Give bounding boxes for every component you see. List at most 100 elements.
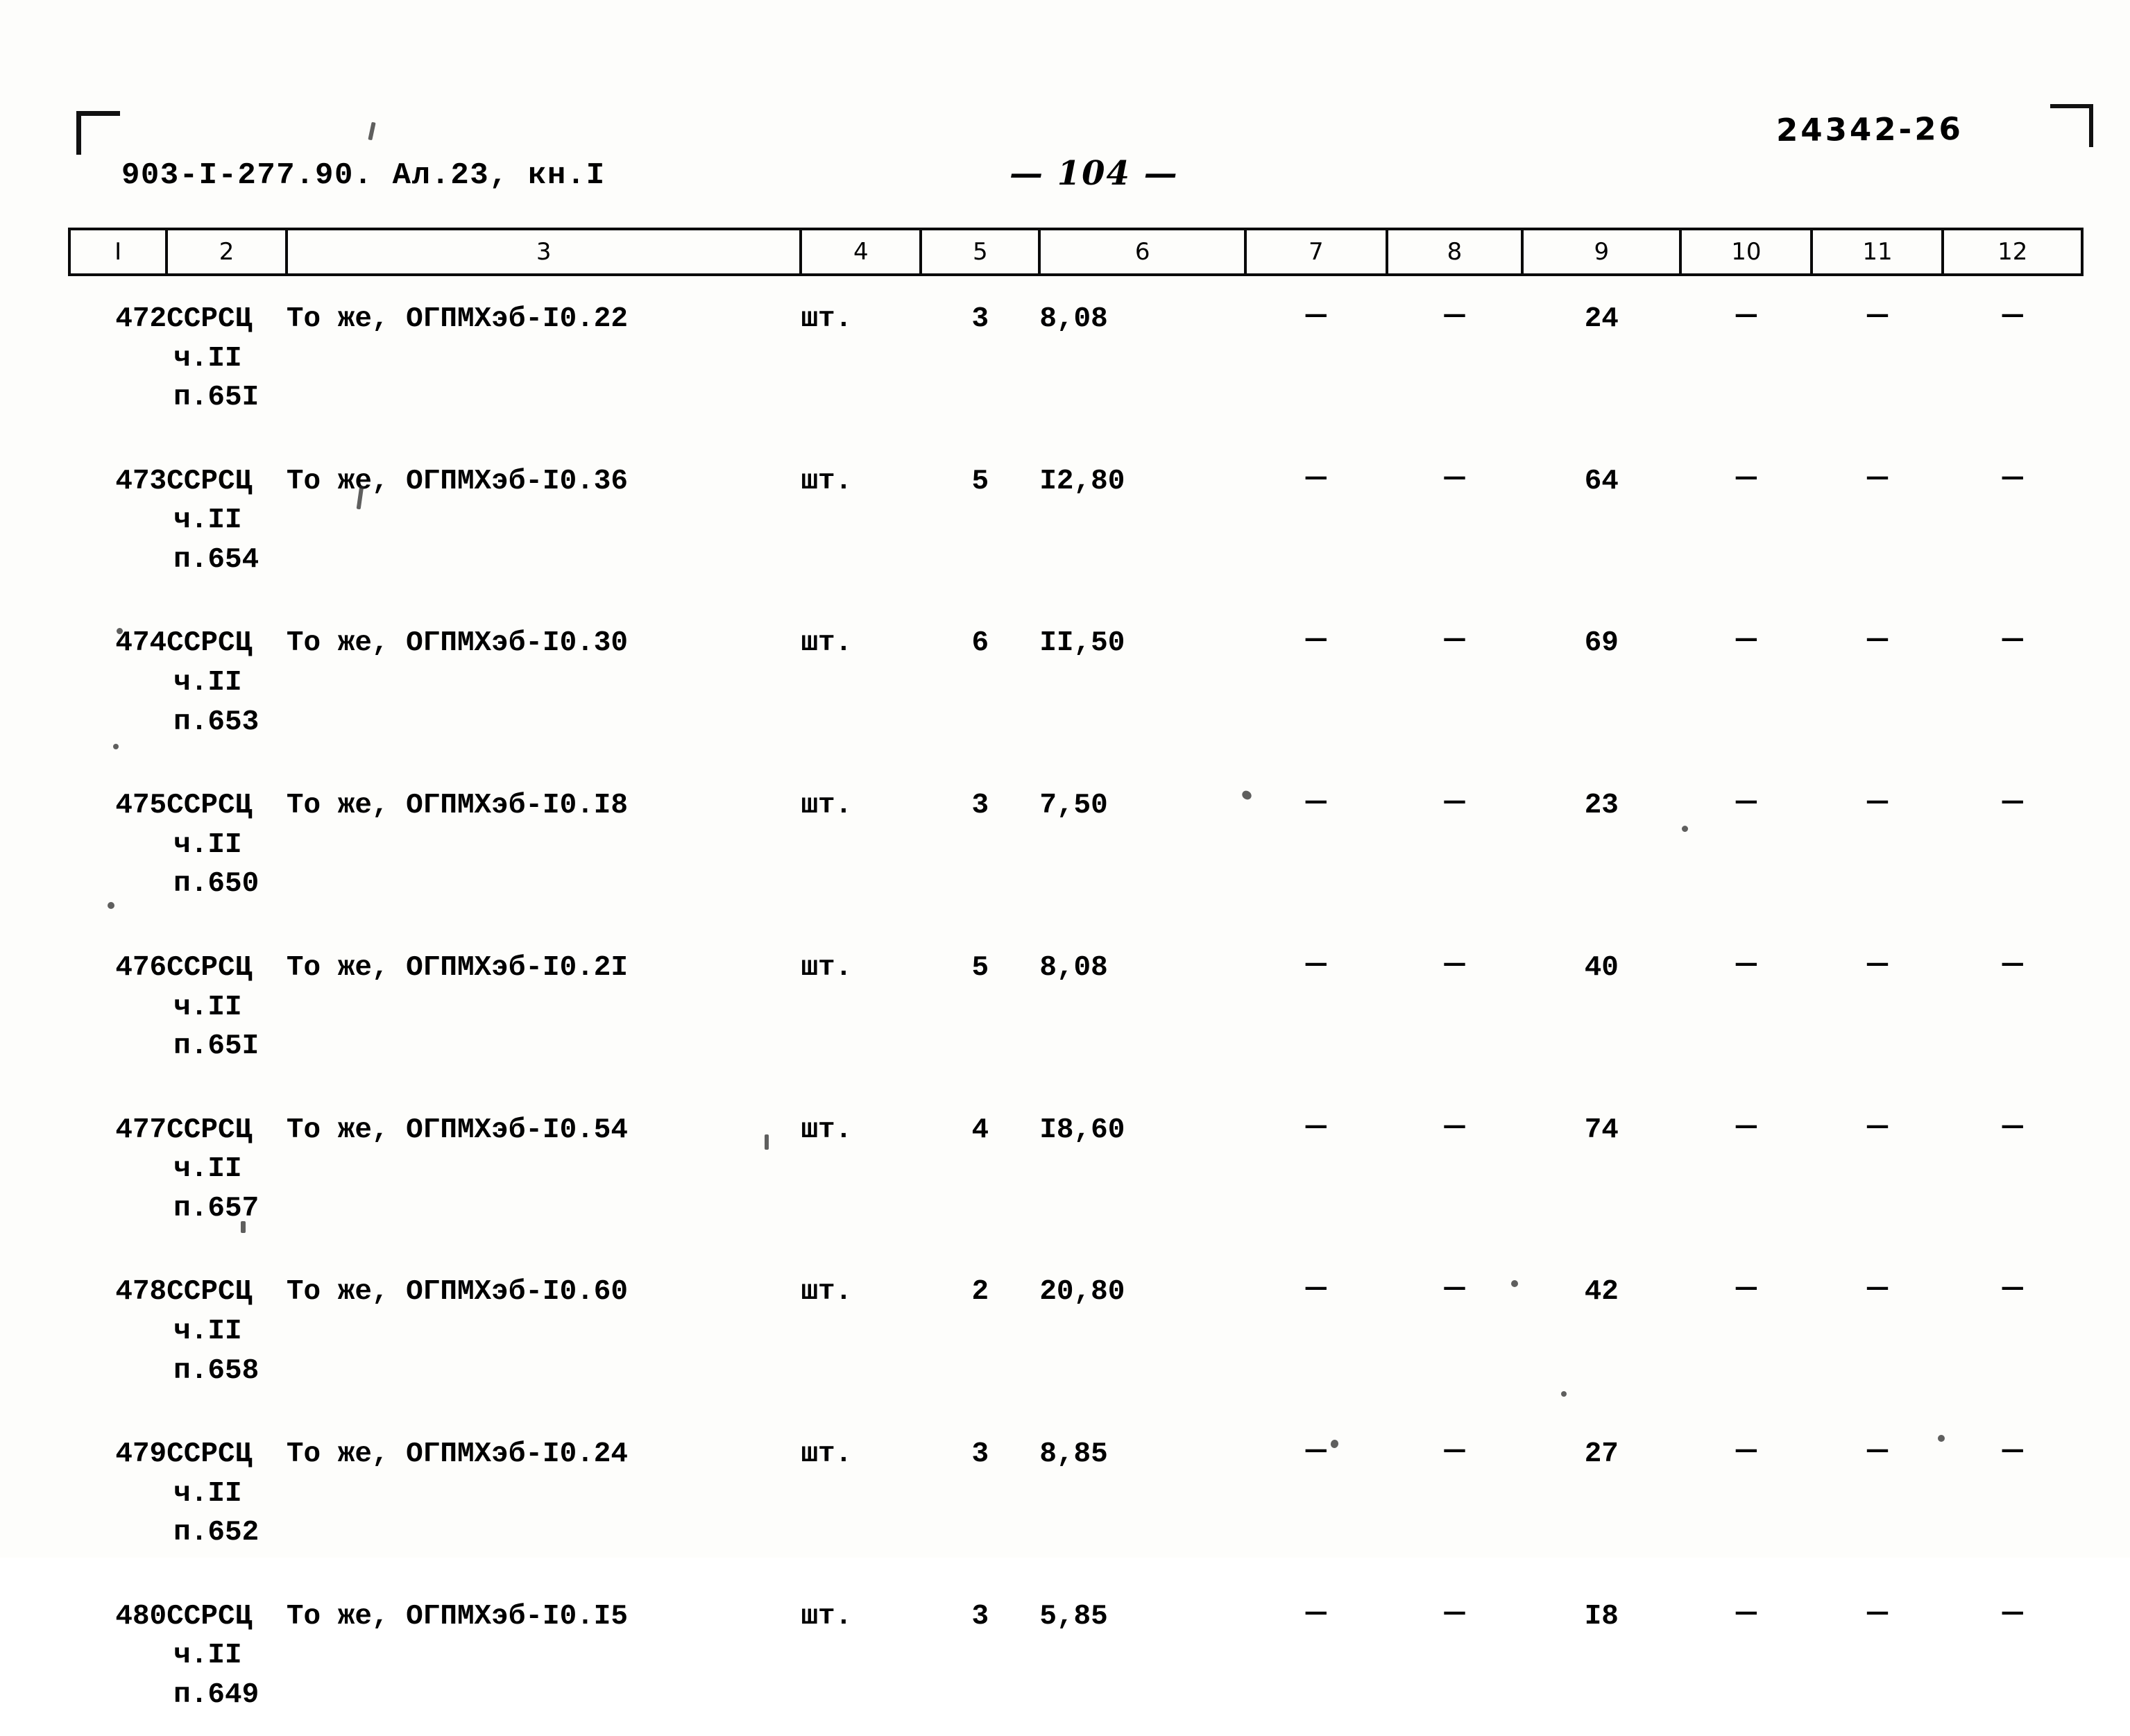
row-col7: — — [1245, 439, 1387, 601]
justification-line: ССРСЦ — [167, 1438, 253, 1471]
row-justification: ССРСЦ ч.II п.653 — [167, 600, 287, 763]
column-header-5: 5 — [919, 228, 1041, 276]
row-col8: — — [1387, 600, 1523, 763]
row-col10: — — [1680, 1249, 1812, 1411]
row-col11: — — [1812, 925, 1943, 1087]
row-col8: — — [1387, 925, 1523, 1087]
column-header-2: 2 — [165, 228, 288, 276]
row-total: I8 — [1584, 1600, 1619, 1633]
row-col11: — — [1812, 1411, 1943, 1574]
dash-mark: — — [1304, 624, 1328, 653]
archive-number: 24342-26 — [1775, 110, 1964, 148]
dash-mark: — — [1304, 948, 1328, 977]
row-col11: — — [1812, 1574, 1943, 1736]
row-col7: — — [1245, 1087, 1387, 1250]
row-col8: — — [1387, 1087, 1523, 1250]
row-col12: — — [1943, 439, 2082, 601]
row-justification: ССРСЦ ч.II п.657 — [167, 1087, 287, 1250]
row-col12: — — [1943, 1087, 2082, 1250]
dash-mark: — — [1442, 948, 1467, 977]
row-col7: — — [1245, 925, 1387, 1087]
row-col10: — — [1680, 1574, 1812, 1736]
table-row: 474 ССРСЦ ч.II п.653 То же, ОГПМХэб-I0.30 шт.… — [69, 600, 2082, 763]
row-col8: — — [1387, 1574, 1523, 1736]
scan-speck — [108, 902, 114, 909]
row-col7: — — [1245, 1249, 1387, 1411]
column-header-1: I — [67, 228, 169, 276]
row-col11: — — [1812, 600, 1943, 763]
row-total: 40 — [1584, 951, 1619, 984]
row-col7: — — [1245, 1411, 1387, 1574]
column-header-12: 12 — [1941, 228, 2084, 276]
row-unit: шт. — [801, 1114, 853, 1146]
justification-line: п.652 — [173, 1517, 259, 1549]
row-col8: — — [1387, 763, 1523, 925]
column-header-9: 9 — [1521, 228, 1682, 276]
row-quantity: 3 — [971, 303, 989, 335]
column-header-4: 4 — [799, 228, 923, 276]
row-quantity: 3 — [971, 790, 989, 822]
scan-speck — [1561, 1391, 1567, 1397]
row-justification: ССРСЦ ч.II п.65I — [167, 275, 287, 439]
dash-mark: — — [1442, 624, 1467, 653]
table-row: 479 ССРСЦ ч.II п.652 То же, ОГПМХэб-I0.24 шт.… — [69, 1411, 2082, 1574]
row-col12: — — [1943, 275, 2082, 439]
justification-line: ч.II — [173, 991, 242, 1023]
row-unit: шт. — [801, 465, 853, 497]
row-number: 472 — [115, 303, 167, 335]
justification-line: п.65I — [173, 382, 259, 414]
dash-mark: — — [1865, 624, 1889, 653]
row-quantity: 6 — [971, 627, 989, 660]
dash-mark: — — [2000, 1273, 2025, 1302]
justification-line: ССРСЦ — [167, 303, 253, 335]
justification-line: ССРСЦ — [167, 465, 253, 497]
row-col8: — — [1387, 1411, 1523, 1574]
table-header-row: I 2 3 4 5 6 7 8 9 10 11 12 — [67, 228, 2084, 276]
row-col12: — — [1943, 1574, 2082, 1736]
scan-speck — [1682, 826, 1688, 832]
row-col8: — — [1387, 1249, 1523, 1411]
row-col12: — — [1943, 600, 2082, 763]
row-description: То же, ОГПМХэб-I0.2I — [286, 951, 628, 984]
dash-mark: — — [1734, 462, 1758, 491]
row-description: То же, ОГПМХэб-I0.30 — [286, 627, 628, 660]
page-number: — 104 — — [1009, 154, 1179, 193]
row-total: 69 — [1584, 627, 1619, 660]
row-unit: шт. — [801, 1438, 853, 1471]
dash-mark: — — [1865, 300, 1889, 328]
row-description: То же, ОГПМХэб-I0.54 — [286, 1114, 628, 1146]
row-col10: — — [1680, 1087, 1812, 1250]
column-header-11: 11 — [1810, 228, 1945, 276]
justification-line: ч.II — [173, 504, 242, 537]
row-col7: — — [1245, 275, 1387, 439]
justification-line: ССРСЦ — [167, 790, 253, 822]
row-description: То же, ОГПМХэб-I0.24 — [286, 1438, 628, 1471]
dash-mark: — — [2000, 948, 2025, 977]
scan-speck — [1938, 1435, 1945, 1442]
row-justification: ССРСЦ ч.II п.658 — [167, 1249, 287, 1411]
dash-mark: — — [1865, 462, 1889, 491]
row-col12: — — [1943, 925, 2082, 1087]
scan-speck — [117, 628, 123, 634]
justification-line: ч.II — [173, 667, 242, 699]
row-total: 42 — [1584, 1276, 1619, 1309]
justification-line: п.649 — [173, 1679, 259, 1712]
dash-mark: — — [1734, 1597, 1758, 1626]
row-col8: — — [1387, 439, 1523, 601]
row-description: То же, ОГПМХэб-I0.36 — [286, 465, 628, 497]
dash-mark: — — [1304, 462, 1328, 491]
row-unit: шт. — [801, 951, 853, 984]
row-col12: — — [1943, 1249, 2082, 1411]
row-col10: — — [1680, 600, 1812, 763]
row-mass: 5,85 — [1039, 1600, 1108, 1633]
row-col11: — — [1812, 439, 1943, 601]
row-col10: — — [1680, 439, 1812, 601]
row-justification: ССРСЦ ч.II п.654 — [167, 439, 287, 601]
dash-mark: — — [1865, 1273, 1889, 1302]
row-total: 27 — [1584, 1438, 1619, 1471]
column-header-8: 8 — [1385, 228, 1524, 276]
dash-mark: — — [2000, 462, 2025, 491]
scan-speck — [1511, 1280, 1518, 1287]
crop-mark-top-right — [2050, 104, 2093, 147]
scan-speck — [368, 121, 376, 141]
